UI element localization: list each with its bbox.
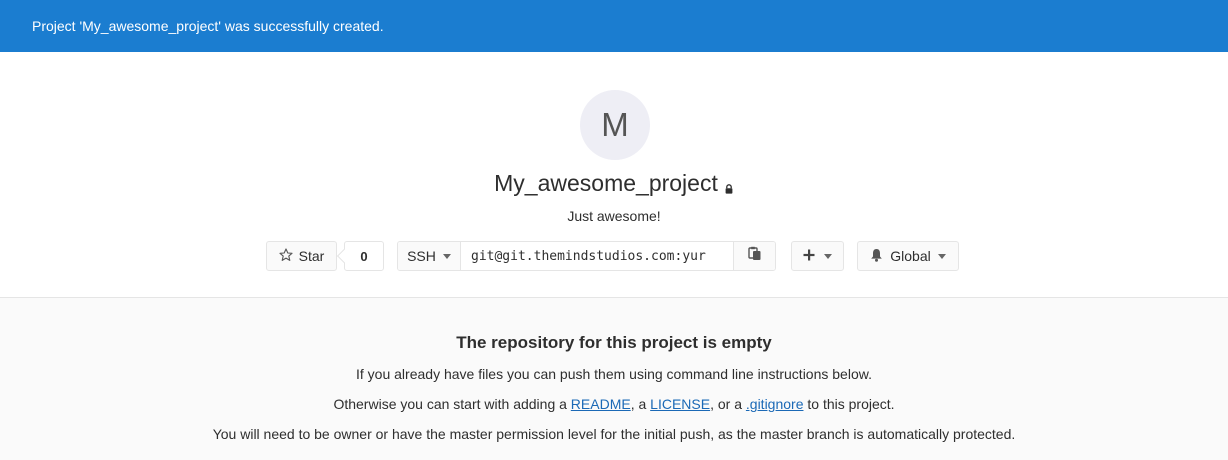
line2-sep2: , or a — [710, 396, 746, 412]
flash-message: Project 'My_awesome_project' was success… — [32, 18, 384, 34]
project-avatar: M — [580, 90, 650, 160]
chevron-down-icon — [937, 253, 946, 259]
project-description: Just awesome! — [567, 208, 661, 224]
clone-protocol-dropdown[interactable]: SSH — [398, 242, 461, 270]
line2-sep1: , a — [630, 396, 651, 412]
gitignore-link[interactable]: .gitignore — [746, 396, 804, 412]
chevron-down-icon — [442, 253, 451, 259]
line2-prefix: Otherwise you can start with adding a — [333, 396, 571, 412]
empty-repo-title: The repository for this project is empty — [456, 333, 772, 352]
star-label: Star — [298, 248, 325, 264]
empty-repo-line-2: Otherwise you can start with adding a RE… — [0, 396, 1228, 412]
copy-url-button[interactable] — [733, 242, 775, 270]
chevron-down-icon — [824, 253, 832, 259]
star-count-value: 0 — [360, 248, 368, 264]
notification-level-button[interactable]: Global — [857, 241, 959, 271]
project-controls: Star 0 SSH git@git.themindstudios.com:yu… — [0, 241, 1228, 271]
flash-banner: Project 'My_awesome_project' was success… — [0, 0, 1228, 52]
star-count[interactable]: 0 — [344, 241, 384, 271]
line2-suffix: to this project. — [803, 396, 895, 412]
license-link[interactable]: LICENSE — [650, 396, 710, 412]
star-icon — [279, 247, 293, 265]
empty-repo-line-1: If you already have files you can push t… — [356, 366, 872, 382]
clone-url-input[interactable] — [461, 242, 733, 270]
notification-level-label: Global — [890, 248, 931, 264]
clipboard-icon — [747, 246, 762, 266]
plus-icon — [803, 248, 815, 264]
new-item-dropdown-button[interactable] — [791, 241, 844, 271]
lock-icon — [724, 181, 734, 194]
clone-url-group: SSH — [397, 241, 776, 271]
star-button[interactable]: Star — [266, 241, 337, 271]
empty-repo-line-3: You will need to be owner or have the ma… — [212, 426, 1016, 442]
clone-protocol-label: SSH — [407, 248, 436, 264]
readme-link[interactable]: README — [571, 396, 631, 412]
project-title: My_awesome_project — [494, 170, 718, 196]
project-header: M My_awesome_project Just awesome! Star … — [0, 52, 1228, 298]
project-title-row: My_awesome_project — [0, 170, 1228, 197]
bell-icon — [870, 248, 883, 265]
